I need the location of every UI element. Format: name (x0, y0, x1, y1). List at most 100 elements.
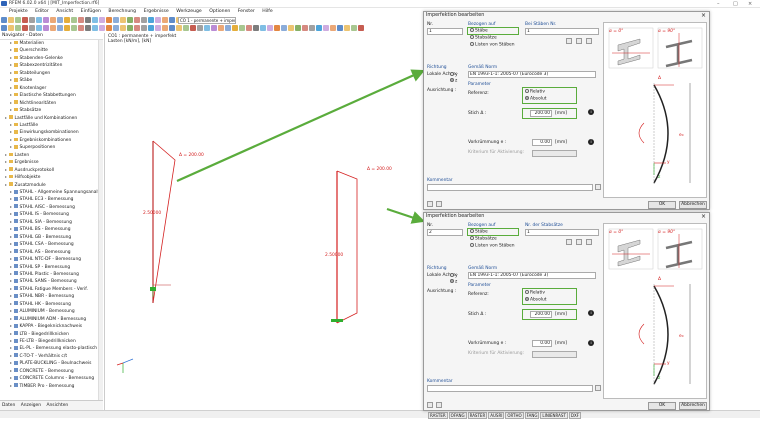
toolbar-icon[interactable] (133, 17, 140, 23)
tree-item[interactable]: ▸ STAHL NTC-DF - Bemessung (0, 256, 81, 262)
toolbar-icon[interactable] (224, 25, 231, 31)
toolbar-icon[interactable] (119, 25, 126, 31)
opt-member-sets[interactable]: Stabsätze (470, 236, 497, 242)
toolbar-icon[interactable] (14, 17, 21, 23)
code-select[interactable]: EN 1993-1-1: 2005-07 (Eurocode 3) (468, 71, 596, 78)
axis-z-radio[interactable]: z (450, 279, 457, 285)
tree-item[interactable]: ▸ Stabsätze (0, 107, 41, 113)
toolbar-icon[interactable] (112, 17, 119, 23)
menu-insert[interactable]: Einfügen (81, 9, 101, 14)
tree-item[interactable]: ▸ Superpositionen (0, 144, 55, 150)
tree-item[interactable]: ▸ TIMBER Pro - Bemessung (0, 383, 74, 389)
tree-item[interactable]: ▸ STAHL AS - Bemessung (0, 249, 71, 255)
toolbar-icon[interactable] (294, 25, 301, 31)
tree-item[interactable]: ▸ Hilfsobjekte (0, 174, 40, 180)
toolbar-icon[interactable] (336, 25, 343, 31)
tree-item[interactable]: ▸ Lastfälle (0, 122, 38, 128)
toolbar-icon[interactable] (154, 25, 161, 31)
tree-item[interactable]: ▸ ALUMINIUM - Bemessung (0, 308, 75, 314)
active-select[interactable] (532, 150, 577, 157)
toolbar-icon[interactable] (21, 25, 28, 31)
toolbar-icon[interactable] (357, 25, 364, 31)
tree-item[interactable]: ▸ STAHL CSA - Bemessung (0, 241, 74, 247)
toolbar-icon[interactable] (21, 17, 28, 23)
toolbar-icon[interactable] (126, 17, 133, 23)
toolbar-icon[interactable] (315, 25, 322, 31)
tree-item[interactable]: ▸ STAHL NBR - Bemessung (0, 293, 74, 299)
menu-window[interactable]: Fenster (238, 9, 255, 14)
tree-item[interactable]: ▸ Stabteilungen (0, 70, 50, 76)
help-icon[interactable] (427, 402, 433, 408)
opt-members[interactable]: Stäbe (470, 229, 488, 235)
toolbar-icon[interactable] (119, 17, 126, 23)
cancel-button[interactable]: Abbrechen (679, 201, 707, 209)
menu-help[interactable]: Hilfe (262, 9, 272, 14)
toolbar-icon[interactable] (77, 25, 84, 31)
cancel-button[interactable]: Abbrechen (679, 402, 707, 410)
toolbar-icon[interactable] (203, 25, 210, 31)
toolbar-icon[interactable] (147, 25, 154, 31)
toolbar-icon[interactable] (189, 25, 196, 31)
toolbar-icon[interactable] (161, 17, 168, 23)
status-chip[interactable]: OFANG (448, 412, 467, 419)
opt-member-lists[interactable]: Listen von Stäben (470, 243, 515, 249)
status-chip[interactable]: AUSRI (488, 412, 505, 419)
toolbar-icon[interactable] (168, 17, 175, 23)
tree-item[interactable]: ▸ Ergebniskombinationen (0, 137, 71, 143)
toolbar-icon[interactable] (70, 17, 77, 23)
toolbar-icon[interactable] (308, 25, 315, 31)
toolbar-icon[interactable] (238, 25, 245, 31)
settings-icon[interactable] (436, 402, 442, 408)
toolbar-icon[interactable] (56, 25, 63, 31)
pick-icon[interactable] (566, 239, 572, 245)
toolbar-icon[interactable] (266, 25, 273, 31)
toolbar-icon[interactable] (28, 25, 35, 31)
code-select[interactable]: EN 1993-1-1: 2005-07 (Eurocode 3) (468, 272, 596, 279)
toolbar-icon[interactable] (280, 25, 287, 31)
no-input[interactable]: 2 (427, 229, 463, 236)
toolbar-icon[interactable] (161, 25, 168, 31)
toolbar-icon[interactable] (14, 25, 21, 31)
no-input[interactable]: 1 (427, 28, 463, 35)
axis-y-radio[interactable]: y (450, 72, 458, 78)
toolbar-icon[interactable] (147, 17, 154, 23)
relative-radio[interactable]: Relativ (525, 89, 545, 95)
toolbar-icon[interactable] (35, 25, 42, 31)
tree-item[interactable]: ▸ STAHL BS - Bemessung (0, 226, 71, 232)
status-chip[interactable]: FANG (524, 412, 540, 419)
toolbar-icon[interactable] (105, 25, 112, 31)
members-input[interactable]: 1 (525, 229, 599, 236)
toolbar-icon[interactable] (42, 17, 49, 23)
precamber-input[interactable]: 0.00 (532, 340, 552, 347)
menu-calculate[interactable]: Berechnung (108, 9, 136, 14)
toolbar-icon[interactable] (322, 25, 329, 31)
info-icon[interactable]: i (588, 340, 594, 346)
tree-item[interactable]: ▸ Elastische Stabbettungen (0, 92, 76, 98)
tree-item[interactable]: ▸ Einwirkungskombinationen (0, 129, 79, 135)
toolbar-icon[interactable] (63, 17, 70, 23)
tab-views[interactable]: Ansichten (47, 403, 69, 408)
axis-z-radio[interactable]: z (450, 78, 457, 84)
toolbar-icon[interactable] (49, 17, 56, 23)
toolbar-icon[interactable] (7, 25, 14, 31)
tree-item[interactable]: ▸ ALUMINIUM ADM - Bemessung (0, 316, 86, 322)
menu-edit[interactable]: Editor (35, 9, 49, 14)
pick-icon[interactable] (566, 38, 572, 44)
tree-item[interactable]: ▸ CONCRETE - Bemessung (0, 368, 74, 374)
members-input[interactable]: 1 (525, 28, 599, 35)
toolbar-icon[interactable] (7, 17, 14, 23)
tree-item[interactable]: ▸ Lasten (0, 152, 29, 158)
tree-item[interactable]: ▸ FE-LTB - Biegedrillknicken (0, 338, 76, 344)
minimize-button[interactable]: – (717, 1, 720, 7)
info-icon[interactable]: i (588, 109, 594, 115)
menu-tools[interactable]: Werkzeuge (176, 9, 202, 14)
toolbar-icon[interactable] (196, 25, 203, 31)
close-icon[interactable]: × (701, 12, 706, 19)
toolbar-icon[interactable] (0, 17, 7, 23)
toolbar-icon[interactable] (133, 25, 140, 31)
info-icon[interactable]: i (588, 139, 594, 145)
menu-results[interactable]: Ergebnisse (144, 9, 169, 14)
relative-radio[interactable]: Relativ (525, 290, 545, 296)
tree-item[interactable]: ▸ Lastfälle und Kombinationen (0, 115, 77, 121)
status-chip[interactable]: ORTHO (505, 412, 524, 419)
